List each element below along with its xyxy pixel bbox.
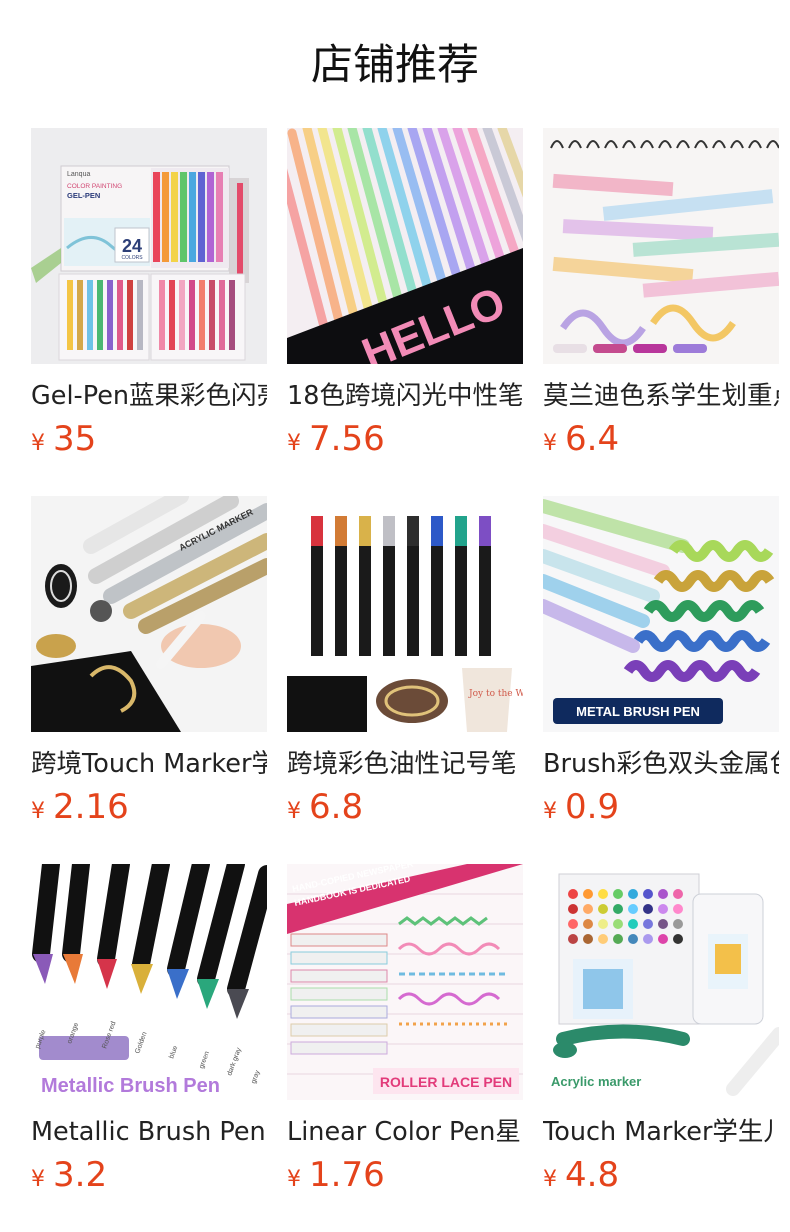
- currency-symbol: ¥: [543, 1167, 557, 1192]
- product-name[interactable]: Brush彩色双头金属色: [543, 747, 779, 781]
- svg-text:GEL-PEN: GEL-PEN: [67, 191, 100, 200]
- product-price: ¥4.8: [543, 1155, 779, 1201]
- product-price: ¥1.76: [287, 1155, 523, 1201]
- svg-text:COLORS: COLORS: [121, 255, 143, 261]
- product-card[interactable]: Metallic Brush Pen purple orange Rose re…: [31, 864, 267, 1201]
- product-price: ¥2.16: [31, 787, 267, 833]
- currency-symbol: ¥: [31, 799, 45, 824]
- svg-text:COLOR PAINTING: COLOR PAINTING: [67, 183, 122, 190]
- product-name[interactable]: Gel-Pen蓝果彩色闪亮: [31, 379, 267, 413]
- product-card[interactable]: ACRYLIC MARKER 跨境Touch Marker学 ¥2.16: [31, 496, 267, 833]
- product-card[interactable]: Joy to the World 跨境彩色油性记号笔 ¥6.8: [287, 496, 523, 833]
- price-value: 35: [53, 419, 97, 459]
- product-image[interactable]: Acrylic marker: [543, 864, 779, 1100]
- product-price: ¥6.4: [543, 419, 779, 465]
- product-name[interactable]: Metallic Brush Pen手: [31, 1115, 267, 1149]
- product-name[interactable]: Touch Marker学生儿童: [543, 1115, 779, 1149]
- product-card[interactable]: HELLO 18色跨境闪光中性笔 ¥7.56: [287, 128, 523, 465]
- product-image[interactable]: [543, 128, 779, 364]
- caption-text: Metallic Brush Pen: [41, 1075, 220, 1097]
- banner-text: METAL BRUSH PEN: [576, 704, 700, 719]
- product-name[interactable]: 莫兰迪色系学生划重点: [543, 379, 779, 413]
- svg-text:Joy to the World: Joy to the World: [468, 689, 523, 699]
- product-image[interactable]: 24 COLORS Lanqua COLOR PAINTING GEL-PEN: [31, 128, 267, 364]
- product-image[interactable]: Metallic Brush Pen purple orange Rose re…: [31, 864, 267, 1100]
- price-value: 4.8: [565, 1155, 620, 1195]
- currency-symbol: ¥: [287, 1167, 301, 1192]
- count-label: 24: [122, 236, 142, 256]
- currency-symbol: ¥: [31, 431, 45, 456]
- product-price: ¥7.56: [287, 419, 523, 465]
- currency-symbol: ¥: [287, 431, 301, 456]
- product-name[interactable]: 跨境Touch Marker学: [31, 747, 267, 781]
- price-value: 0.9: [565, 787, 620, 827]
- currency-symbol: ¥: [543, 799, 557, 824]
- product-price: ¥3.2: [31, 1155, 267, 1201]
- price-value: 6.4: [565, 419, 620, 459]
- price-value: 3.2: [53, 1155, 108, 1195]
- product-name[interactable]: 18色跨境闪光中性笔: [287, 379, 523, 413]
- currency-symbol: ¥: [31, 1167, 45, 1192]
- product-name[interactable]: 跨境彩色油性记号笔: [287, 747, 523, 781]
- price-value: 6.8: [309, 787, 364, 827]
- svg-text:Lanqua: Lanqua: [67, 171, 90, 178]
- product-image[interactable]: ACRYLIC MARKER: [31, 496, 267, 732]
- price-value: 1.76: [309, 1155, 385, 1195]
- caption-text: Acrylic marker: [551, 1074, 641, 1089]
- price-value: 2.16: [53, 787, 129, 827]
- product-card[interactable]: METAL BRUSH PEN Brush彩色双头金属色 ¥0.9: [543, 496, 779, 833]
- product-price: ¥6.8: [287, 787, 523, 833]
- product-price: ¥0.9: [543, 787, 779, 833]
- product-image[interactable]: HELLO: [287, 128, 523, 364]
- product-card[interactable]: 莫兰迪色系学生划重点 ¥6.4: [543, 128, 779, 465]
- price-value: 7.56: [309, 419, 385, 459]
- product-card[interactable]: HAND-COPIED NEWSPAPER HANDBOOK IS DEDICA…: [287, 864, 523, 1201]
- footer-text: ROLLER LACE PEN: [380, 1074, 512, 1090]
- product-grid: 24 COLORS Lanqua COLOR PAINTING GEL-PEN: [31, 128, 779, 1232]
- currency-symbol: ¥: [287, 799, 301, 824]
- product-name[interactable]: Linear Color Pen星画: [287, 1115, 523, 1149]
- section-title: 店铺推荐: [310, 40, 479, 89]
- product-card[interactable]: Acrylic marker Touch Marker学生儿童 ¥4.8: [543, 864, 779, 1201]
- product-image[interactable]: METAL BRUSH PEN: [543, 496, 779, 732]
- product-card[interactable]: 24 COLORS Lanqua COLOR PAINTING GEL-PEN: [31, 128, 267, 465]
- product-price: ¥35: [31, 419, 267, 465]
- currency-symbol: ¥: [543, 431, 557, 456]
- product-image[interactable]: HAND-COPIED NEWSPAPER HANDBOOK IS DEDICA…: [287, 864, 523, 1100]
- product-image[interactable]: Joy to the World: [287, 496, 523, 732]
